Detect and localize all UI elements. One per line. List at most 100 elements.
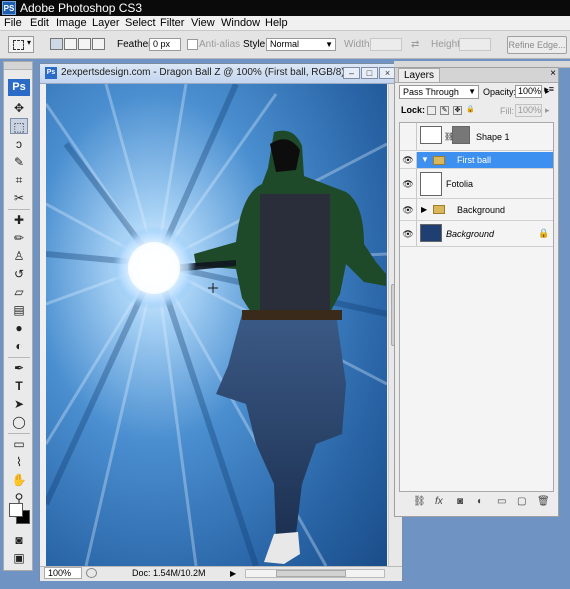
trash-icon[interactable]: 🗑: [537, 496, 550, 507]
menu-image[interactable]: Image: [56, 16, 87, 30]
new-selection-icon[interactable]: [50, 38, 63, 50]
zoom-level-field[interactable]: 100%: [44, 567, 82, 579]
feather-input[interactable]: 0 px: [149, 38, 181, 51]
layer-name: First ball: [457, 155, 492, 165]
new-layer-icon[interactable]: ▢: [517, 496, 526, 507]
lock-transparency-icon[interactable]: [427, 106, 436, 115]
move-tool-icon[interactable]: ✥: [10, 100, 28, 116]
screen-mode-icon[interactable]: ▣: [10, 550, 28, 566]
expand-triangle-icon[interactable]: ▶: [421, 205, 427, 214]
status-menu-arrow-icon[interactable]: ▶: [230, 567, 236, 580]
shape-tool-icon[interactable]: ◯: [10, 414, 28, 430]
tool-preset-picker[interactable]: [8, 36, 34, 53]
marquee-tool-icon[interactable]: ⬚: [10, 118, 28, 134]
history-brush-tool-icon[interactable]: ↺: [10, 266, 28, 282]
intersect-selection-icon[interactable]: [92, 38, 105, 50]
chevron-down-icon: ▼: [325, 40, 333, 49]
quick-select-tool-icon[interactable]: ✎: [10, 154, 28, 170]
eye-icon[interactable]: 👁: [400, 169, 417, 198]
menu-edit[interactable]: Edit: [30, 16, 49, 30]
notes-tool-icon[interactable]: ▭: [10, 436, 28, 452]
healing-tool-icon[interactable]: ✚: [10, 212, 28, 228]
menu-view[interactable]: View: [191, 16, 215, 30]
crop-tool-icon[interactable]: ⌗: [10, 172, 28, 188]
slice-tool-icon[interactable]: ✂: [10, 190, 28, 206]
width-input[interactable]: [370, 38, 402, 51]
lock-image-icon[interactable]: ✎: [440, 106, 449, 115]
layer-row-fotolia[interactable]: 👁 Fotolia: [400, 169, 553, 199]
horizontal-scroll-thumb[interactable]: [276, 570, 346, 577]
adjustment-layer-icon[interactable]: ◐: [477, 496, 483, 507]
menu-select[interactable]: Select: [125, 16, 156, 30]
add-selection-icon[interactable]: [64, 38, 77, 50]
expand-triangle-icon[interactable]: ▼: [421, 155, 429, 164]
menu-help[interactable]: Help: [265, 16, 288, 30]
quick-mask-icon[interactable]: ◙: [10, 532, 28, 548]
opacity-input[interactable]: 100%: [515, 85, 542, 98]
eye-icon[interactable]: 👁: [400, 152, 417, 168]
layer-row-first-ball[interactable]: 👁 ▼ First ball: [400, 152, 553, 169]
lock-all-icon[interactable]: 🔒: [466, 106, 475, 115]
style-label: Style:: [243, 39, 269, 50]
layer-name: Background: [457, 205, 506, 215]
link-layers-icon[interactable]: ⛓: [413, 496, 426, 507]
path-select-tool-icon[interactable]: ➤: [10, 396, 28, 412]
toolbox-divider: [8, 209, 30, 210]
dodge-tool-icon[interactable]: ◐: [10, 338, 28, 354]
swap-icon[interactable]: ⇄: [411, 39, 419, 50]
layer-style-icon[interactable]: fx: [435, 496, 443, 507]
pen-tool-icon[interactable]: ✒: [10, 360, 28, 376]
brush-tool-icon[interactable]: ✏: [10, 230, 28, 246]
photoshop-icon: PS: [2, 1, 16, 15]
lock-position-icon[interactable]: ✥: [453, 106, 462, 115]
lock-icon: 🔒: [538, 228, 550, 238]
height-input[interactable]: [459, 38, 491, 51]
eyedropper-tool-icon[interactable]: ⌇: [10, 454, 28, 470]
blur-tool-icon[interactable]: ●: [10, 320, 28, 336]
stamp-tool-icon[interactable]: ♙: [10, 248, 28, 264]
menu-layer[interactable]: Layer: [92, 16, 120, 30]
lock-label: Lock:: [401, 105, 426, 115]
minimize-button[interactable]: –: [343, 67, 360, 79]
eye-icon[interactable]: 👁: [400, 199, 417, 220]
type-tool-icon[interactable]: T: [10, 378, 28, 394]
layer-thumbnail: [420, 126, 442, 144]
blend-mode-select[interactable]: Pass Through ▼: [399, 85, 479, 99]
visibility-toggle-empty[interactable]: [400, 123, 417, 150]
hand-tool-icon[interactable]: ✋: [10, 472, 28, 488]
layer-row-background[interactable]: 👁 Background 🔒: [400, 221, 553, 247]
new-group-icon[interactable]: ▭: [497, 496, 506, 507]
maximize-button[interactable]: □: [361, 67, 378, 79]
horizontal-scrollbar[interactable]: [245, 569, 385, 578]
status-options-icon[interactable]: [86, 568, 97, 578]
eye-icon[interactable]: 👁: [400, 221, 417, 246]
add-mask-icon[interactable]: ◙: [457, 496, 463, 507]
document-title-bar[interactable]: Ps 2expertsdesign.com - Dragon Ball Z @ …: [40, 64, 402, 84]
style-select[interactable]: Normal ▼: [266, 38, 336, 51]
panel-close-icon[interactable]: ×: [550, 68, 556, 79]
subtract-selection-icon[interactable]: [78, 38, 91, 50]
fill-arrow-icon[interactable]: ▸: [545, 105, 550, 116]
eraser-tool-icon[interactable]: ▱: [10, 284, 28, 300]
refine-edge-button[interactable]: Refine Edge...: [507, 36, 567, 54]
menu-window[interactable]: Window: [221, 16, 260, 30]
toolbox-grip[interactable]: [4, 62, 32, 70]
opacity-arrow-icon[interactable]: ▸: [545, 86, 550, 97]
layer-row-shape-1[interactable]: ⛓ Shape 1: [400, 123, 553, 151]
menu-file[interactable]: File: [4, 16, 22, 30]
app-title: Adobe Photoshop CS3: [20, 1, 143, 15]
gradient-tool-icon[interactable]: ▤: [10, 302, 28, 318]
toolbox: Ps ✥ ⬚ ↄ ✎ ⌗ ✂ ✚ ✏ ♙ ↺ ▱ ▤ ● ◐ ✒ T ➤ ◯ ▭…: [3, 61, 33, 571]
menu-filter[interactable]: Filter: [160, 16, 184, 30]
app-title-bar: PS Adobe Photoshop CS3: [0, 0, 570, 16]
fill-input[interactable]: 100%: [515, 104, 542, 117]
lasso-tool-icon[interactable]: ↄ: [10, 136, 28, 152]
layer-row-background-group[interactable]: 👁 ▶ Background: [400, 199, 553, 221]
tab-layers[interactable]: Layers: [398, 68, 441, 82]
layers-panel-tab-row: Layers ×: [395, 68, 558, 83]
folder-icon: [433, 205, 445, 214]
foreground-color-swatch[interactable]: [9, 503, 23, 517]
toolbox-divider: [8, 357, 30, 358]
document-canvas[interactable]: [46, 84, 387, 566]
antialias-checkbox[interactable]: [187, 39, 198, 50]
